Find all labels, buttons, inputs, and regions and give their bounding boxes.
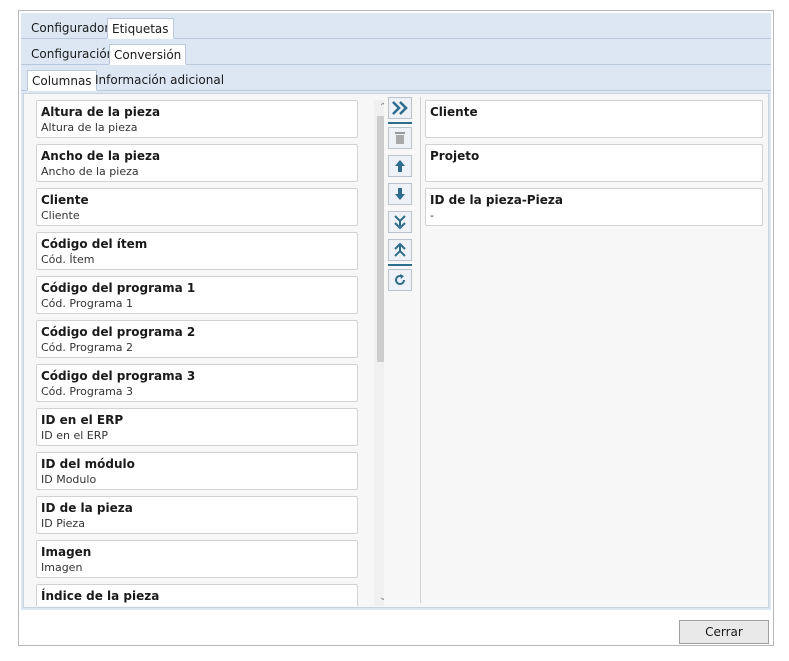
list-item[interactable]: Cliente Cliente: [36, 188, 358, 226]
field-subtitle: Cód. Programa 2: [41, 341, 134, 354]
move-to-top-icon[interactable]: [388, 239, 412, 261]
move-up-icon[interactable]: [388, 155, 412, 177]
field-subtitle: Cód. Ítem: [41, 253, 95, 266]
tab-configurador[interactable]: Configurador: [27, 18, 113, 39]
list-item[interactable]: Imagen Imagen: [36, 540, 358, 578]
field-subtitle: Cód. Programa 1: [41, 297, 134, 310]
selected-fields-list[interactable]: Cliente Projeto ID de la pieza-Pieza -: [420, 97, 768, 603]
field-title: Código del programa 2: [41, 325, 196, 339]
transfer-toolbar: [387, 97, 413, 307]
field-title: Cliente: [41, 193, 89, 207]
field-title: Índice de la pieza: [41, 589, 160, 603]
columns-panel-inner: Altura de la pieza Altura de la pieza An…: [23, 93, 769, 608]
dialog-frame: Configurador Etiquetas Configuración Con…: [18, 10, 774, 646]
scroll-up-icon[interactable]: ⌃: [374, 100, 384, 116]
field-title: Ancho de la pieza: [41, 149, 161, 163]
field-subtitle: Imagen: [41, 561, 83, 574]
tab-etiquetas[interactable]: Etiquetas: [107, 18, 174, 39]
scrollbar-thumb[interactable]: [377, 116, 384, 362]
list-item[interactable]: Código del ítem Cód. Ítem: [36, 232, 358, 270]
field-subtitle: Cód. Programa 3: [41, 385, 134, 398]
field-title: Projeto: [430, 149, 480, 163]
field-subtitle: Cliente: [41, 209, 80, 222]
field-title: Imagen: [41, 545, 92, 559]
list-scrollbar[interactable]: ⌃ ⌄: [374, 100, 384, 606]
third-tab-bar: Columnas Información adicional: [21, 65, 771, 91]
list-item[interactable]: Código del programa 2 Cód. Programa 2: [36, 320, 358, 358]
list-item[interactable]: ID del módulo ID Modulo: [36, 452, 358, 490]
tab-configuracion[interactable]: Configuración: [27, 44, 118, 65]
toolbar-divider: [388, 264, 412, 266]
list-item[interactable]: Projeto: [425, 144, 763, 182]
field-subtitle: -: [430, 209, 434, 222]
close-button[interactable]: Cerrar: [679, 620, 769, 644]
list-item[interactable]: Ancho de la pieza Ancho de la pieza: [36, 144, 358, 182]
field-title: ID del módulo: [41, 457, 135, 471]
tab-informacion-adicional[interactable]: Información adicional: [91, 70, 228, 91]
list-item[interactable]: Código del programa 1 Cód. Programa 1: [36, 276, 358, 314]
list-item[interactable]: Índice de la pieza: [36, 584, 358, 606]
field-title: ID de la pieza-Pieza: [430, 193, 563, 207]
field-title: ID en el ERP: [41, 413, 124, 427]
tab-conversion[interactable]: Conversión: [109, 44, 187, 65]
field-title: Cliente: [430, 105, 478, 119]
refresh-icon[interactable]: [388, 269, 412, 291]
delete-icon[interactable]: [388, 127, 412, 149]
dialog-footer: Cerrar: [21, 612, 771, 644]
field-title: Altura de la pieza: [41, 105, 161, 119]
list-item[interactable]: Cliente: [425, 100, 763, 138]
field-subtitle: ID Pieza: [41, 517, 85, 530]
field-subtitle: Altura de la pieza: [41, 121, 138, 134]
second-tab-bar: Configuración Conversión: [21, 39, 771, 65]
toolbar-divider: [388, 122, 412, 124]
list-item[interactable]: ID de la pieza ID Pieza: [36, 496, 358, 534]
move-all-right-icon[interactable]: [388, 97, 412, 119]
move-to-bottom-icon[interactable]: [388, 211, 412, 233]
columns-panel: Altura de la pieza Altura de la pieza An…: [21, 91, 771, 610]
list-item[interactable]: Altura de la pieza Altura de la pieza: [36, 100, 358, 138]
list-item[interactable]: ID en el ERP ID en el ERP: [36, 408, 358, 446]
field-subtitle: ID en el ERP: [41, 429, 108, 442]
field-subtitle: ID Modulo: [41, 473, 97, 486]
field-title: ID de la pieza: [41, 501, 133, 515]
field-title: Código del programa 3: [41, 369, 196, 383]
list-item[interactable]: Código del programa 3 Cód. Programa 3: [36, 364, 358, 402]
available-fields-list[interactable]: Altura de la pieza Altura de la pieza An…: [36, 100, 384, 606]
list-item[interactable]: ID de la pieza-Pieza -: [425, 188, 763, 226]
field-title: Código del programa 1: [41, 281, 196, 295]
tab-columnas[interactable]: Columnas: [27, 70, 97, 91]
field-title: Código del ítem: [41, 237, 148, 251]
scroll-down-icon[interactable]: ⌄: [374, 590, 384, 606]
field-subtitle: Ancho de la pieza: [41, 165, 139, 178]
top-tab-bar: Configurador Etiquetas: [21, 13, 771, 39]
move-down-icon[interactable]: [388, 183, 412, 205]
